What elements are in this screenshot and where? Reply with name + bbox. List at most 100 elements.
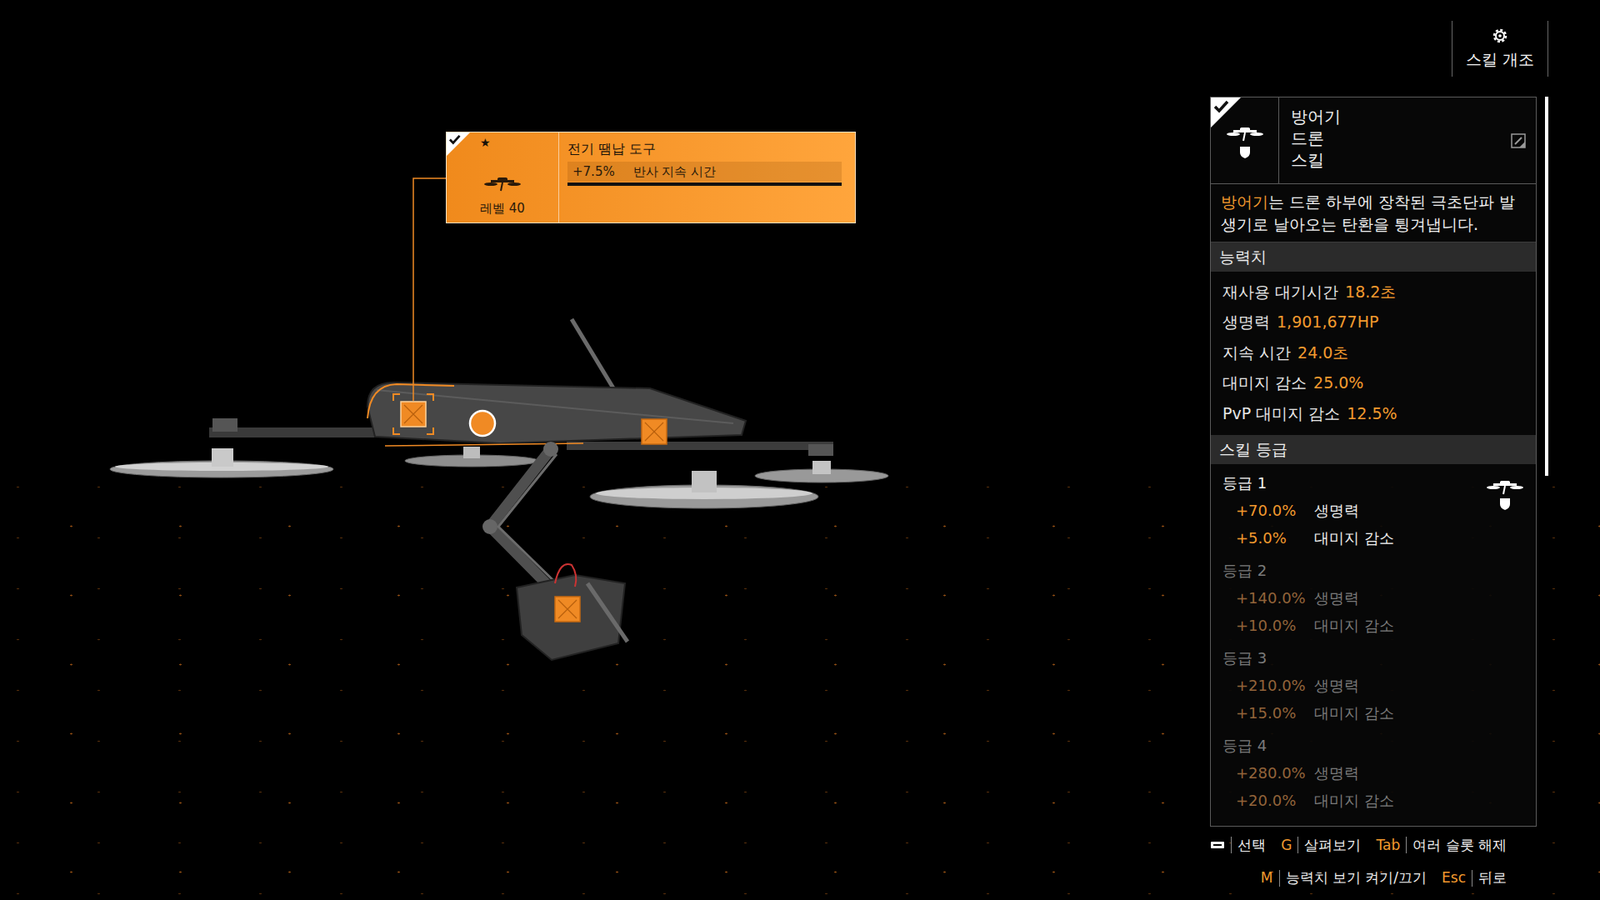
stat-label: 대미지 감소 [1222, 370, 1307, 395]
tier-bonus: +140.0%생명력 [1222, 584, 1395, 612]
stat-label: PvP 대미지 감소 [1222, 401, 1340, 426]
mod-tooltip: ★레벨 40 전기 땜납 도구+7.5% 반사 지속 시간 [445, 131, 856, 224]
mod-slot[interactable] [470, 410, 495, 436]
stat-value: 18.2초 [1345, 280, 1396, 305]
tier-content: 등급 2+140.0%생명력+10.0% 대미지 감소 [1222, 556, 1395, 640]
mod-stat-value: +7.5% [572, 162, 615, 182]
side-column: 스킬 개조방어기드론스킬방어기는 드론 하부에 장착된 극초단파 발생기로 날아… [1133, 0, 1600, 900]
key-hint[interactable]: Tab여러 슬롯 해제 [1375, 835, 1507, 857]
stat-label: 재사용 대기시간 [1222, 280, 1339, 305]
stat-value: 24.0초 [1297, 340, 1349, 365]
tier-item: 등급 1+70.0%생명력+5.0%대미지 감소 [1222, 469, 1525, 557]
hint-row: M 능력치 보기 켜기/끄기 Esc뒤로 [1260, 867, 1507, 890]
tier-item: 등급 4+280.0%생명력+20.0%대미지 감소 [1222, 731, 1525, 820]
stat-value: 25.0% [1313, 370, 1364, 395]
tier-content: 등급 4+280.0%생명력+20.0%대미지 감소 [1222, 731, 1395, 815]
key-hint[interactable]: 선택 [1210, 835, 1266, 857]
mod-slot[interactable] [393, 178, 446, 435]
hint-label: 살펴보기 [1304, 835, 1361, 857]
hint-label: 능력치 보기 켜기/끄기 [1285, 867, 1428, 890]
bonus-label: 생명력 [1314, 674, 1360, 697]
bonus-value: +210.0% [1235, 674, 1303, 697]
hint-separator [1471, 870, 1473, 887]
equipped-check-icon [1210, 97, 1241, 128]
shield-icon [1499, 497, 1511, 511]
hint-separator [1297, 836, 1299, 854]
hint-key: M [1260, 867, 1274, 890]
tier-bonus: +70.0%생명력 [1222, 496, 1395, 525]
key-hint[interactable]: M 능력치 보기 켜기/끄기 [1260, 867, 1427, 890]
mod-level: 레벨 40 [480, 199, 525, 219]
key-hint[interactable]: Esc뒤로 [1441, 867, 1507, 890]
mod-slot[interactable] [641, 419, 667, 445]
tier-bonus: +15.0%대미지 감소 [1222, 699, 1395, 727]
hint-label: 뒤로 [1478, 867, 1507, 890]
mod-stat-fill [567, 182, 842, 186]
tier-label: 등급 1 [1222, 469, 1395, 497]
bonus-value: +20.0% [1235, 789, 1303, 812]
bonus-value: +10.0% [1235, 614, 1303, 637]
tier-bonus: +5.0%대미지 감소 [1222, 524, 1395, 552]
description-text: 방어기 [1220, 192, 1269, 211]
bonus-value: +70.0% [1235, 499, 1303, 522]
drone-body-icon [110, 319, 889, 660]
scrollbar[interactable] [1545, 96, 1549, 827]
stat-row: 대미지 감소25.0% [1210, 367, 1536, 399]
skill-description: 방어기는 드론 하부에 장착된 극초단파 발생기로 날아오는 탄환을 튕겨냅니다… [1210, 184, 1536, 243]
skill-panel-wrap: 방어기드론스킬방어기는 드론 하부에 장착된 극초단파 발생기로 날아오는 탄환… [1210, 96, 1549, 827]
hint-separator [1230, 836, 1232, 854]
tier-bonus: +210.0% 생명력 [1222, 671, 1395, 700]
stat-list: 재사용 대기시간18.2초생명력1,901,677HP지속 시간24.0초대미지… [1210, 271, 1536, 436]
drone-view: ★레벨 40 전기 땜납 도구+7.5% 반사 지속 시간 [0, 0, 1134, 900]
skill-mod-button[interactable]: 스킬 개조 [1451, 20, 1549, 77]
skill-title: 방어기드론스킬 [1279, 97, 1511, 184]
tier-item: 등급 2+140.0%생명력+10.0% 대미지 감소 [1222, 556, 1525, 645]
skill-title-line: 방어기 [1290, 105, 1500, 128]
skill-title-line: 드론 [1290, 127, 1500, 150]
hint-key: Tab [1375, 835, 1400, 857]
mod-icon-box: ★레벨 40 [446, 132, 560, 223]
tier-item: 등급 3+210.0%생명력+15.0%대미지 감소 [1222, 644, 1525, 732]
skill-title-line: 스킬 [1290, 149, 1500, 171]
equipped-check-icon [446, 132, 470, 156]
skill-mod-title: 스킬 개조 [1465, 47, 1535, 72]
tier-label: 등급 2 [1222, 556, 1395, 585]
tier-bonus: +10.0% 대미지 감소 [1222, 611, 1395, 640]
mod-stat-bar [567, 182, 842, 186]
stat-value: 12.5% [1346, 401, 1397, 426]
stat-row: PvP 대미지 감소12.5% [1210, 398, 1536, 430]
mod-stat-label: 반사 지속 시간 [633, 162, 717, 182]
bonus-value: +5.0% [1235, 526, 1303, 550]
skill-header: 방어기드론스킬 [1210, 97, 1536, 185]
stat-row: 재사용 대기시간18.2초 [1210, 276, 1536, 308]
hint-key: G [1280, 835, 1292, 857]
mouse-button-icon [1210, 840, 1225, 850]
edit-icon [1510, 133, 1526, 149]
hint-separator [1405, 836, 1407, 854]
shield-icon [1239, 145, 1251, 160]
drone-icon [1225, 122, 1265, 145]
mod-name: 전기 땜납 도구 [567, 139, 842, 160]
tiers-header: 스킬 등급 [1210, 435, 1536, 465]
stat-label: 지속 시간 [1222, 340, 1291, 365]
tier-content: 등급 3+210.0%생명력+15.0%대미지 감소 [1222, 644, 1395, 727]
hint-label: 선택 [1237, 835, 1266, 857]
tier-bonus: +280.0%생명력 [1222, 759, 1395, 787]
stat-row: 지속 시간24.0초 [1210, 337, 1536, 369]
stat-row: 생명력1,901,677HP [1210, 306, 1536, 338]
mod-screen: ★레벨 40전기 땜납 도구+7.5%반사 지속 시간 스킬 개조방어기드론스킬… [0, 0, 1600, 900]
bonus-label: 생명력 [1314, 586, 1360, 610]
bonus-label: 대미지 감소 [1314, 614, 1395, 637]
key-hint[interactable]: G 살펴보기 [1280, 835, 1361, 857]
scrollbar-thumb[interactable] [1545, 96, 1549, 476]
tier-icon-box [1485, 469, 1525, 552]
bonus-value: +280.0% [1235, 761, 1303, 785]
tier-content: 등급 1+70.0%생명력+5.0%대미지 감소 [1222, 469, 1395, 552]
mod-stat: +7.5% 반사 지속 시간 [567, 161, 842, 182]
mod-slot[interactable] [555, 596, 580, 622]
drone-icon [1485, 475, 1525, 498]
hint-row: 선택 G 살펴보기 Tab여러 슬롯 해제 [1210, 835, 1507, 857]
key-hints: 선택 G 살펴보기 Tab여러 슬롯 해제 M 능력치 보기 켜기/끄기 Esc뒤로 [1210, 835, 1549, 890]
bonus-label: 대미지 감소 [1314, 789, 1395, 812]
bonus-value: +15.0% [1235, 701, 1303, 725]
